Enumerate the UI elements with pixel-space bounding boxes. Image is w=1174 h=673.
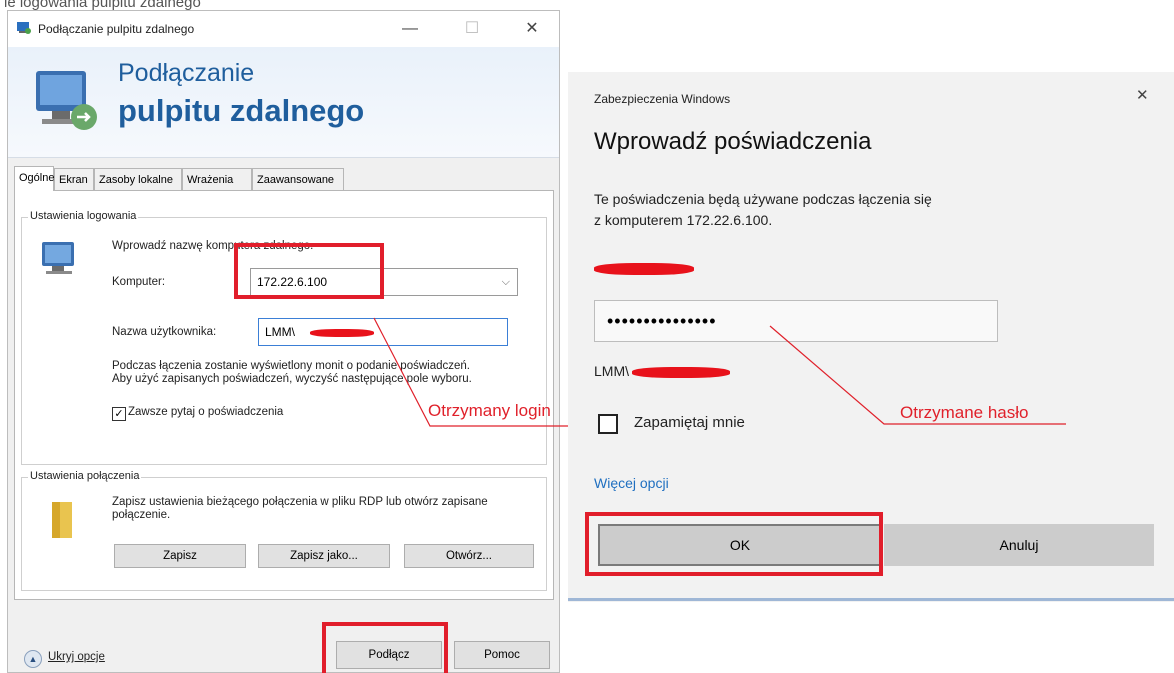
username-label: Nazwa użytkownika:: [112, 326, 217, 338]
password-note: Otrzymane hasło: [900, 403, 1029, 422]
username-value: LMM\: [265, 325, 295, 339]
computer-icon: [42, 242, 74, 274]
tab-experience[interactable]: Wrażenia: [182, 168, 252, 190]
chevron-up-icon[interactable]: ▲: [24, 650, 42, 668]
title-bar: Podłączanie pulpitu zdalnego — ☐ ✕: [8, 11, 559, 47]
login-settings-label: Ustawienia logowania: [28, 210, 139, 222]
connection-info: Zapisz ustawienia bieżącego połączenia w…: [112, 496, 488, 521]
description-line1: Te poświadczenia będą używane podczas łą…: [594, 191, 932, 207]
dialog-bottom-edge: [568, 598, 1174, 601]
ok-highlight: [585, 512, 883, 576]
more-options-link[interactable]: Więcej opcji: [594, 475, 669, 491]
tab-general[interactable]: Ogólne: [14, 166, 54, 191]
redaction-mark: [594, 263, 694, 275]
username-display: LMM\: [594, 363, 629, 379]
banner-title-line2: pulpitu zdalnego: [118, 93, 365, 128]
tab-advanced[interactable]: Zaawansowane: [252, 168, 344, 190]
banner: Podłączanie pulpitu zdalnego: [8, 47, 559, 158]
connect-highlight: [322, 622, 448, 673]
banner-title-line1: Podłączanie: [118, 59, 255, 87]
login-note: Otrzymany login: [428, 401, 551, 420]
minimize-button[interactable]: —: [396, 17, 424, 41]
computer-label: Komputer:: [112, 276, 166, 288]
window-title: Podłączanie pulpitu zdalnego: [38, 22, 195, 36]
remember-checkbox[interactable]: [598, 414, 618, 434]
computer-highlight: [234, 243, 384, 299]
redaction-mark: [632, 367, 730, 378]
connection-settings-label: Ustawienia połączenia: [28, 470, 142, 482]
dialog-caption: Zabezpieczenia Windows: [594, 92, 731, 106]
tab-display[interactable]: Ekran: [54, 168, 94, 190]
help-button[interactable]: Pomoc: [454, 641, 550, 669]
remote-desktop-icon: [17, 22, 31, 34]
dialog-heading: Wprowadź poświadczenia: [594, 128, 872, 155]
tab-local-resources[interactable]: Zasoby lokalne: [94, 168, 182, 190]
hide-options-link[interactable]: Ukryj opcje: [48, 651, 105, 663]
chevron-down-icon[interactable]: ⌵: [502, 269, 510, 295]
open-button[interactable]: Otwórz...: [404, 544, 534, 568]
monitor-icon: [36, 71, 97, 130]
connection-settings-group: Ustawienia połączenia Zapisz ustawienia …: [21, 470, 547, 591]
save-as-button[interactable]: Zapisz jako...: [258, 544, 390, 568]
remember-label: Zapamiętaj mnie: [634, 414, 745, 431]
always-ask-label: Zawsze pytaj o poświadczenia: [128, 406, 284, 418]
dialog-close-icon[interactable]: ✕: [1136, 86, 1149, 104]
maximize-button[interactable]: ☐: [458, 17, 486, 41]
description-line2: z komputerem 172.22.6.100.: [594, 212, 773, 228]
close-button[interactable]: ✕: [518, 17, 546, 41]
rdp-file-icon: [52, 502, 72, 538]
always-ask-checkbox[interactable]: ✓: [112, 407, 126, 421]
password-mask: •••••••••••••••: [607, 311, 717, 331]
cancel-button[interactable]: Anuluj: [884, 524, 1154, 566]
save-button[interactable]: Zapisz: [114, 544, 246, 568]
